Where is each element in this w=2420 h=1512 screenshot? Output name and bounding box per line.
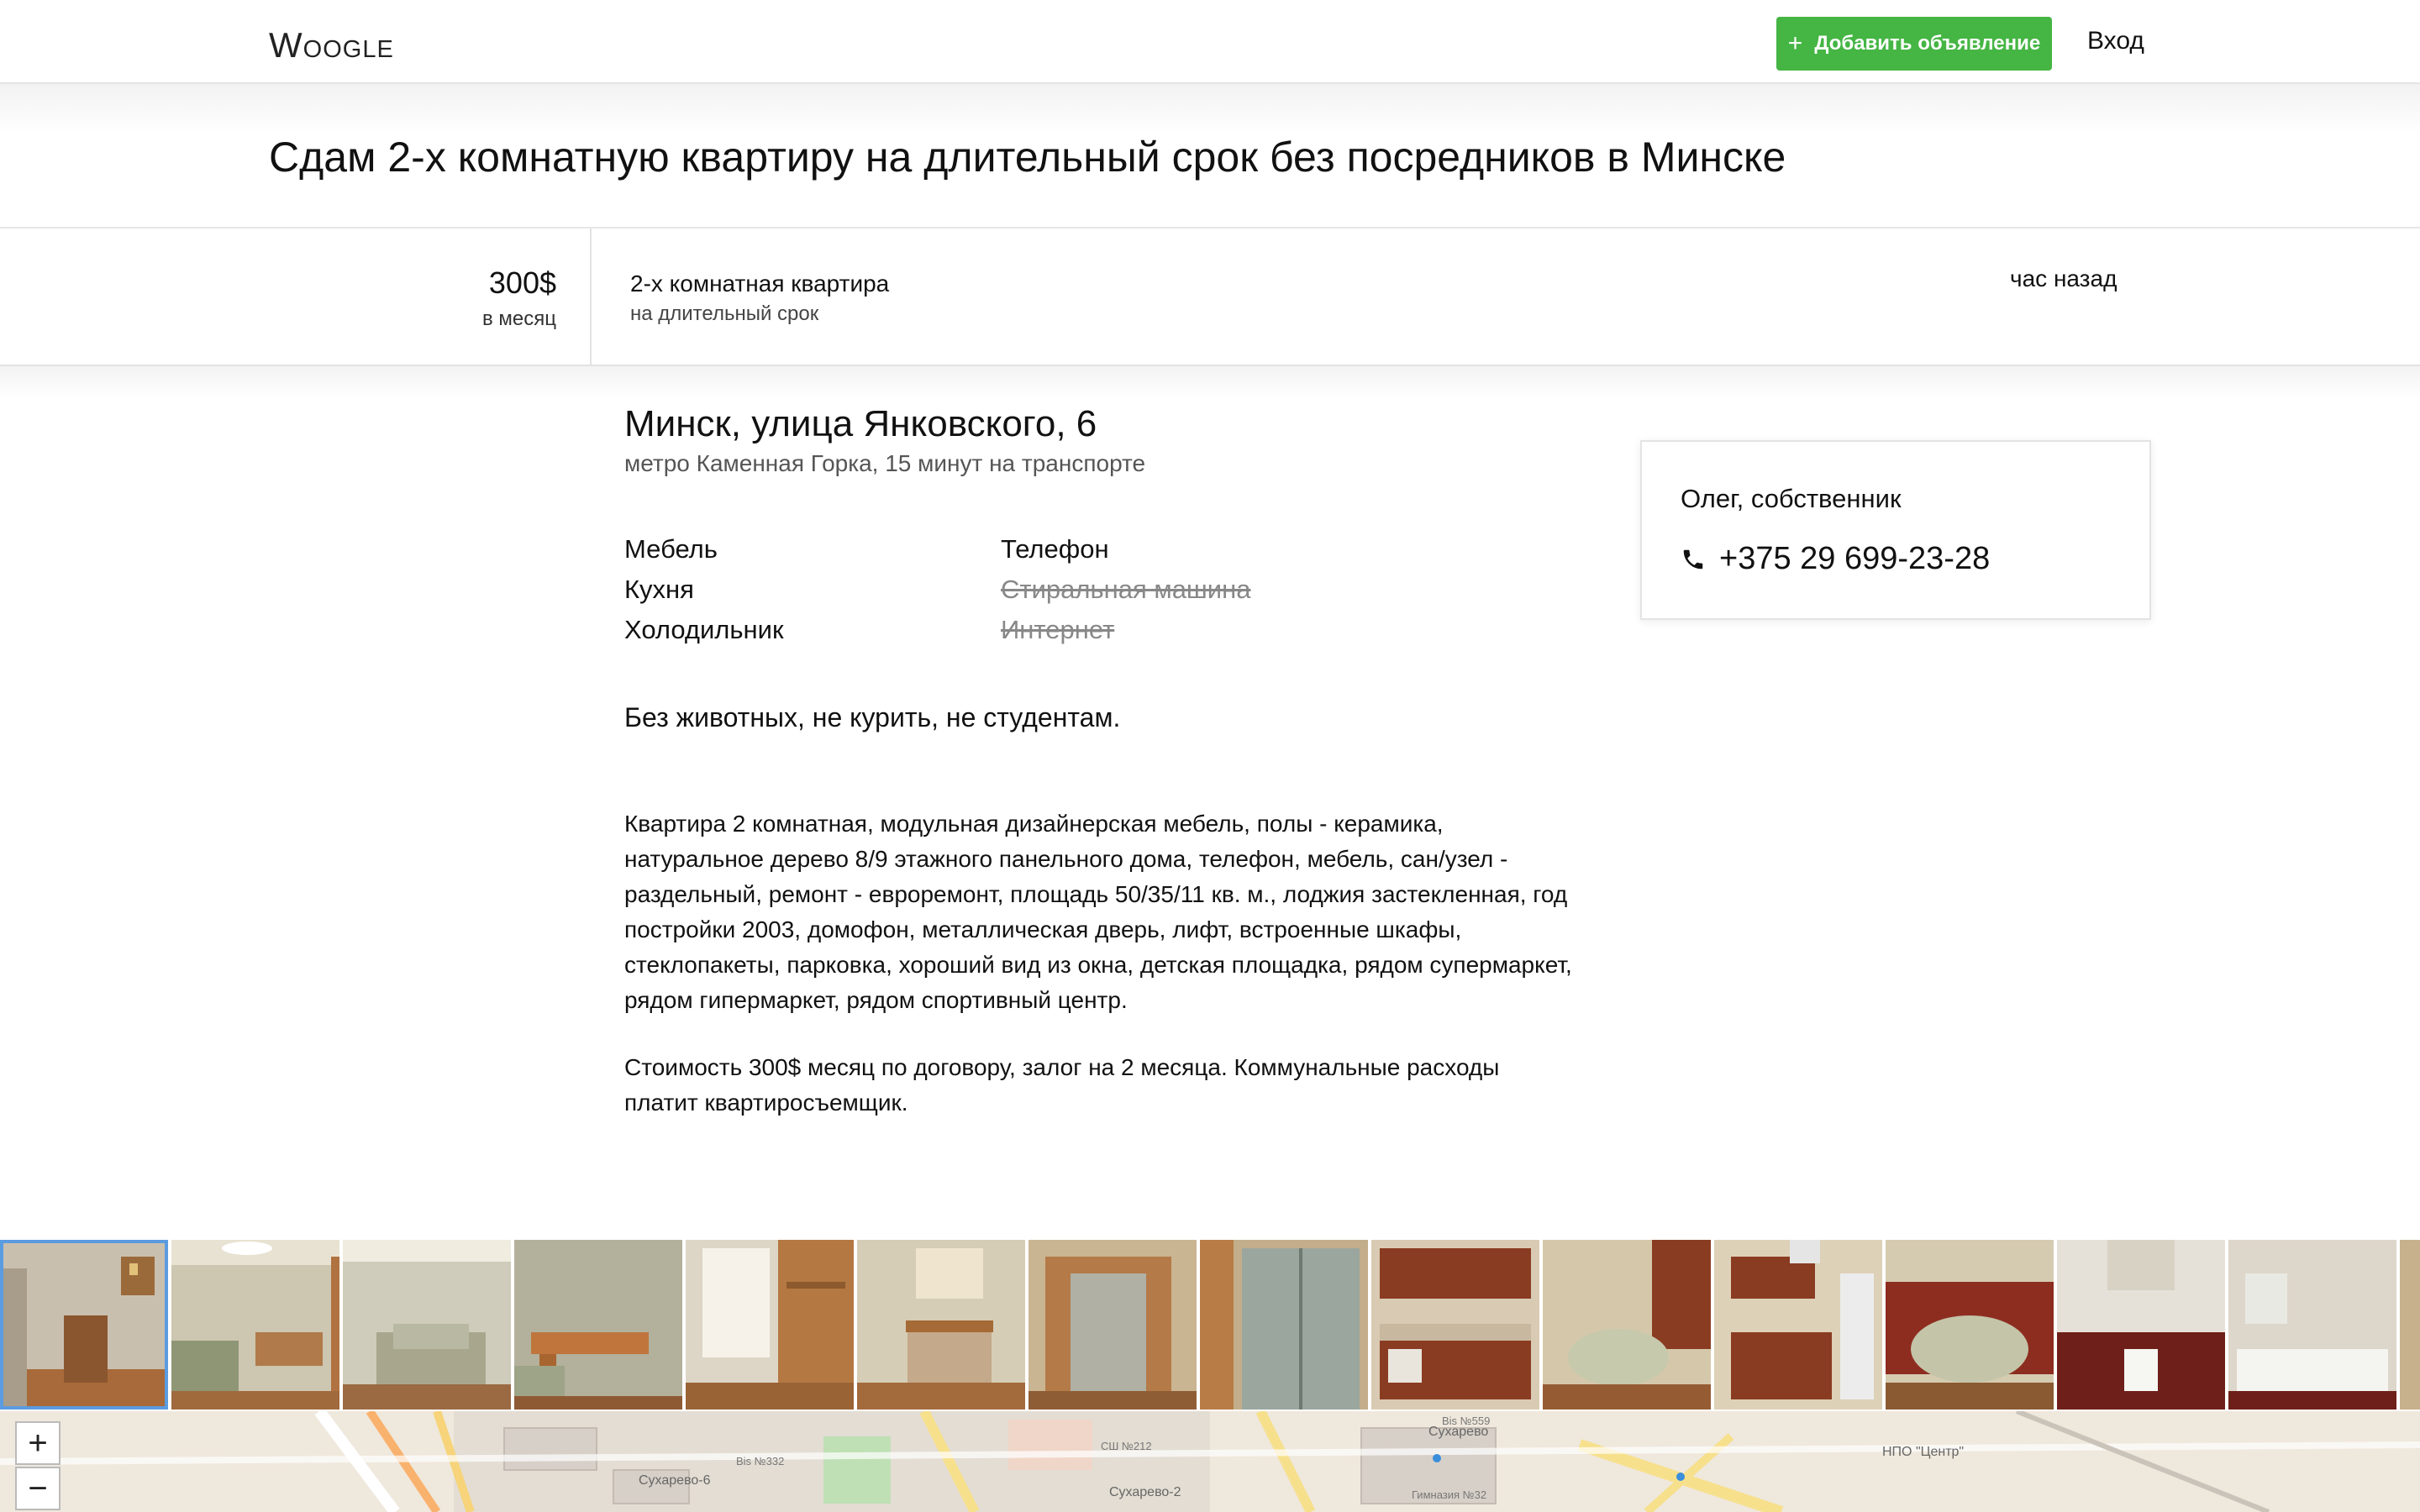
owner-name: Олег, собственник [1681, 484, 1902, 513]
feature-phone: Телефон [1001, 534, 1109, 564]
phone-link[interactable]: +375 29 699-23-28 [1681, 541, 1990, 577]
plus-icon: + [1787, 29, 1803, 57]
login-link[interactable]: Вход [2087, 27, 2144, 55]
address: Минск, улица Янковского, 6 [624, 403, 1097, 444]
description-paragraph: Квартира 2 комнатная, модульная дизайнер… [624, 811, 1572, 1013]
price-period: в месяц [481, 307, 556, 330]
features-list: Мебель Кухня Холодильник Телефон Стираль… [624, 534, 1297, 660]
description: Квартира 2 комнатная, модульная дизайнер… [624, 806, 1574, 1152]
photo-thumbnail[interactable] [1028, 1240, 1197, 1410]
content-shade [0, 366, 2420, 400]
feature-internet: Интернет [1001, 615, 1115, 644]
photo-thumbnail[interactable] [1200, 1240, 1368, 1410]
photo-thumbnail[interactable] [343, 1240, 511, 1410]
photo-thumbnail-active[interactable] [0, 1240, 168, 1410]
add-listing-button[interactable]: + Добавить объявление [1776, 17, 2052, 71]
posted-time: час назад [2010, 265, 2118, 291]
photo-thumbnail[interactable] [514, 1240, 682, 1410]
phone-icon [1681, 547, 1706, 572]
feature-fridge: Холодильник [624, 615, 784, 644]
photo-thumbnail[interactable] [1714, 1240, 1882, 1410]
map-label: Сухарево-6 [639, 1473, 711, 1488]
photo-thumbnail[interactable] [2057, 1240, 2225, 1410]
add-listing-label: Добавить объявление [1814, 32, 2041, 55]
phone-number: +375 29 699-23-28 [1719, 541, 1991, 576]
title-band: Сдам 2-х комнатную квартиру на длительны… [0, 84, 2420, 228]
listing-summary: 300$ в месяц 2-х комнатная квартира на д… [0, 228, 2420, 366]
photo-gallery [0, 1240, 2420, 1411]
site-logo[interactable]: Woogle [269, 25, 394, 66]
feature-kitchen: Кухня [624, 575, 694, 604]
photo-thumbnail[interactable] [857, 1240, 1025, 1410]
photo-thumbnail[interactable] [2228, 1240, 2396, 1410]
zoom-out-button[interactable]: − [15, 1467, 60, 1510]
map-label: Bis №332 [736, 1455, 785, 1467]
price: 300$ [488, 265, 556, 300]
map-label: СШ №212 [1101, 1440, 1152, 1452]
photo-thumbnail[interactable] [2400, 1240, 2420, 1410]
summary-divider [590, 228, 592, 366]
listing-title: Сдам 2-х комнатную квартиру на длительны… [269, 134, 1786, 181]
photo-thumbnail[interactable] [1543, 1240, 1711, 1410]
map-label: Гимназия №32 [1412, 1488, 1487, 1501]
photo-thumbnail[interactable] [1886, 1240, 2054, 1410]
property-type: 2-х комнатная квартира [630, 270, 890, 297]
photo-thumbnail[interactable] [1371, 1240, 1539, 1410]
tenant-rules: Без животных, не курить, не студентам. [624, 702, 1121, 732]
feature-furniture: Мебель [624, 534, 718, 564]
contact-card: Олег, собственник +375 29 699-23-28 [1640, 440, 2151, 620]
photo-thumbnail[interactable] [686, 1240, 854, 1410]
map-label: Сухарево-2 [1109, 1485, 1181, 1499]
metro-info: метро Каменная Горка, 15 минут на трансп… [624, 450, 1146, 476]
rental-term: на длительный срок [630, 302, 819, 325]
feature-washing-machine: Стиральная машина [1001, 575, 1251, 604]
map-label: Bis №559 [1442, 1415, 1491, 1427]
photo-thumbnail[interactable] [171, 1240, 339, 1410]
top-navbar: Woogle + Добавить объявление Вход [0, 0, 2420, 84]
description-paragraph: Стоимость 300$ месяц по договору, залог … [624, 1054, 1500, 1116]
zoom-in-button[interactable]: + [15, 1421, 60, 1465]
map-label: НПО "Центр" [1882, 1445, 1965, 1459]
location-map[interactable]: + − Сухарево-6 Сухарево-2 Сухарево НПО "… [0, 1411, 2420, 1512]
